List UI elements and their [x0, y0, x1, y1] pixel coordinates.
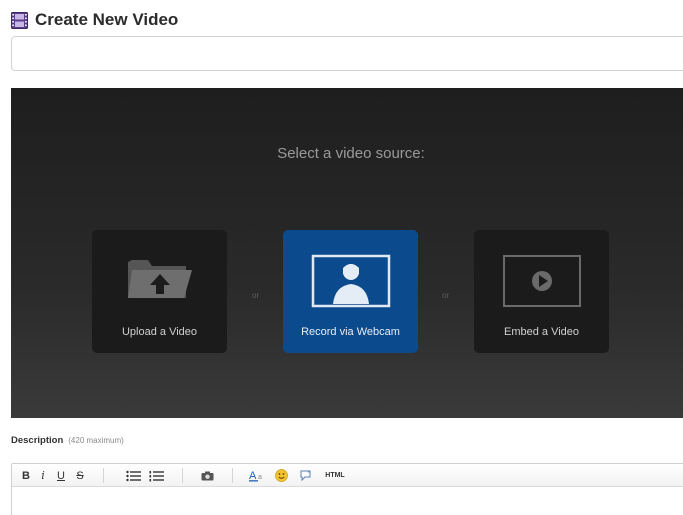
or-separator: or — [252, 291, 260, 300]
upload-video-option[interactable]: Upload a Video — [92, 230, 227, 353]
camera-icon — [201, 471, 213, 480]
toolbar-divider — [103, 468, 104, 483]
video-title-input[interactable] — [11, 36, 683, 71]
or-separator: or — [442, 291, 450, 300]
page-header: Create New Video — [11, 9, 178, 31]
strikethrough-button[interactable]: S — [74, 468, 86, 483]
html-source-button[interactable]: HTML — [323, 468, 347, 483]
description-editor: B i U S A a ” HTML — [11, 463, 683, 515]
page-title: Create New Video — [35, 10, 179, 29]
quote-bubble-icon: ” — [300, 470, 310, 481]
smiley-icon — [274, 469, 288, 482]
embed-play-icon — [502, 255, 581, 307]
source-prompt: Select a video source: — [277, 145, 425, 162]
description-row: Description (420 maximum) — [11, 435, 124, 446]
svg-text:a: a — [258, 474, 262, 481]
svg-text:”: ” — [307, 472, 309, 478]
emoticon-button[interactable] — [274, 468, 288, 483]
description-label: Description — [11, 435, 64, 446]
film-icon — [11, 11, 28, 29]
toolbar-divider — [182, 468, 183, 483]
insert-image-button[interactable] — [200, 468, 214, 483]
record-webcam-option[interactable]: Record via Webcam — [283, 230, 418, 353]
bold-button[interactable]: B — [20, 468, 32, 483]
folder-upload-icon — [127, 260, 192, 298]
italic-button[interactable]: i — [38, 468, 48, 483]
bulleted-list-button[interactable] — [125, 468, 141, 483]
webcam-person-icon — [311, 254, 390, 308]
description-text-area[interactable] — [12, 488, 683, 515]
embed-video-option[interactable]: Embed a Video — [474, 230, 609, 353]
embed-video-label: Embed a Video — [503, 326, 580, 338]
upload-video-label: Upload a Video — [121, 326, 198, 338]
bulleted-list-icon — [125, 470, 141, 481]
description-hint: (420 maximum) — [68, 436, 124, 445]
underline-button[interactable]: U — [55, 468, 67, 483]
quote-button[interactable]: ” — [299, 468, 313, 483]
numbered-list-icon — [149, 470, 164, 481]
video-source-panel: Select a video source: Upload a Video or… — [11, 88, 683, 418]
editor-toolbar: B i U S A a ” HTML — [12, 464, 683, 487]
toolbar-divider — [232, 468, 233, 483]
font-color-icon: A a — [248, 470, 262, 482]
numbered-list-button[interactable] — [148, 468, 164, 483]
record-webcam-label: Record via Webcam — [301, 326, 400, 338]
text-color-button[interactable]: A a — [248, 468, 266, 483]
